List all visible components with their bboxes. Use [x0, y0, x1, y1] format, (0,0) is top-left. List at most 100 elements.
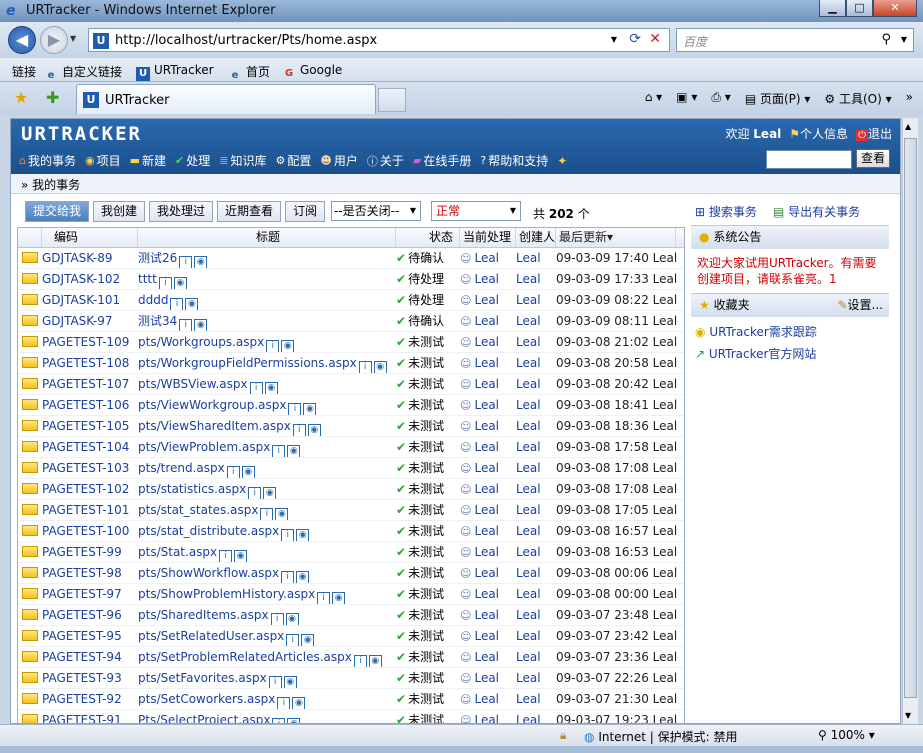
col-updated[interactable]: 最后更新▾	[556, 228, 676, 247]
table-row[interactable]: PAGETEST-91 Pts/SelectProject.aspx i ◉ ✔ 未测试 ☺…	[18, 710, 684, 723]
table-row[interactable]: PAGETEST-101 pts/stat_states.aspx i ◉ ✔ 未测试 ☺ L…	[18, 500, 684, 521]
preview-icon[interactable]: ◉	[301, 634, 315, 646]
logout-link[interactable]: ⏻ 退出	[856, 125, 892, 142]
info-icon[interactable]: i	[281, 529, 295, 541]
task-code-link[interactable]: PAGETEST-108	[42, 353, 138, 373]
task-creator[interactable]: Leal	[516, 395, 556, 415]
task-handler[interactable]: ☺ Leal	[460, 395, 516, 415]
task-handler[interactable]: ☺ Leal	[460, 437, 516, 457]
task-title-link[interactable]: pts/SharedItems.aspx	[138, 608, 269, 622]
task-handler[interactable]: ☺ Leal	[460, 332, 516, 352]
browser-tab-urtracker[interactable]: U URTracker	[76, 84, 376, 114]
task-code-link[interactable]: PAGETEST-109	[42, 332, 138, 352]
col-title[interactable]: 标题	[138, 228, 396, 247]
feeds-icon[interactable]: ▣ ▾	[676, 90, 697, 107]
task-creator[interactable]: Leal	[516, 542, 556, 562]
preview-icon[interactable]: ◉	[264, 382, 278, 394]
table-row[interactable]: GDJTASK-89 测试26 i ◉ ✔ 待确认 ☺ Leal Leal 09-03-09 17…	[18, 248, 684, 269]
task-code-link[interactable]: PAGETEST-105	[42, 416, 138, 436]
refresh-icon[interactable]: ⟳	[629, 31, 641, 47]
menu-config[interactable]: ⚙ 配置	[276, 152, 312, 169]
search-tasks-link[interactable]: ⊞ 搜索事务	[695, 203, 757, 220]
preview-icon[interactable]: ◉	[283, 676, 297, 688]
task-code-link[interactable]: PAGETEST-106	[42, 395, 138, 415]
link-home[interactable]: e 首页	[228, 63, 270, 83]
menu-new[interactable]: ▬ 新建	[130, 152, 166, 169]
status-filter-select[interactable]: 正常 ▼	[431, 201, 521, 221]
tab-subscribed[interactable]: 订阅	[285, 201, 326, 222]
task-creator[interactable]: Leal	[516, 689, 556, 709]
menu-about[interactable]: ⓘ 关于	[367, 152, 404, 169]
task-code-link[interactable]: PAGETEST-92	[42, 689, 138, 709]
info-icon[interactable]: i	[268, 676, 282, 688]
zoom-level[interactable]: ⚲ 100% ▾	[818, 728, 875, 742]
closed-filter-select[interactable]: --是否关闭-- ▼	[331, 201, 421, 221]
info-icon[interactable]: i	[219, 550, 233, 562]
task-title-link[interactable]: 测试34	[138, 314, 177, 328]
task-code-link[interactable]: PAGETEST-99	[42, 542, 138, 562]
preview-icon[interactable]: ◉	[263, 487, 277, 499]
info-icon[interactable]: i	[158, 277, 172, 289]
tab-assigned-to-me[interactable]: 提交给我	[25, 201, 90, 222]
back-button[interactable]: ◀	[8, 26, 36, 54]
task-code-link[interactable]: PAGETEST-102	[42, 479, 138, 499]
task-creator[interactable]: Leal	[516, 290, 556, 310]
info-icon[interactable]: i	[281, 571, 295, 583]
favorites-settings-link[interactable]: ✎设置...	[837, 294, 883, 316]
task-handler[interactable]: ☺ Leal	[460, 647, 516, 667]
task-handler[interactable]: ☺ Leal	[460, 479, 516, 499]
table-row[interactable]: PAGETEST-94 pts/SetProblemRelatedArticles…	[18, 647, 684, 668]
task-handler[interactable]: ☺ Leal	[460, 668, 516, 688]
table-row[interactable]: PAGETEST-92 pts/SetCoworkers.aspx i ◉ ✔ 未测试 ☺ L…	[18, 689, 684, 710]
new-tab-button[interactable]	[378, 88, 406, 112]
task-code-link[interactable]: GDJTASK-97	[42, 311, 138, 331]
task-creator[interactable]: Leal	[516, 311, 556, 331]
sparkle-icon[interactable]: ✦	[557, 152, 567, 169]
task-creator[interactable]: Leal	[516, 584, 556, 604]
table-row[interactable]: PAGETEST-99 pts/Stat.aspx i ◉ ✔ 未测试 ☺ Leal Leal 0…	[18, 542, 684, 563]
tab-recently-viewed[interactable]: 近期查看	[217, 201, 282, 222]
task-code-link[interactable]: PAGETEST-107	[42, 374, 138, 394]
address-bar[interactable]: U http://localhost/urtracker/Pts/home.as…	[88, 28, 670, 52]
task-title-link[interactable]: pts/SetCoworkers.aspx	[138, 692, 275, 706]
app-search-input[interactable]	[766, 150, 852, 169]
info-icon[interactable]: i	[248, 487, 262, 499]
task-handler[interactable]: ☺ Leal	[460, 500, 516, 520]
home-icon[interactable]: ⌂ ▾	[645, 90, 662, 107]
favorite-item[interactable]: ↗ URTracker官方网站	[695, 345, 816, 362]
task-title-link[interactable]: 测试26	[138, 251, 177, 265]
preview-icon[interactable]: ◉	[296, 529, 310, 541]
table-row[interactable]: PAGETEST-97 pts/ShowProblemHistory.aspx i ◉…	[18, 584, 684, 605]
task-creator[interactable]: Leal	[516, 563, 556, 583]
table-row[interactable]: PAGETEST-103 pts/trend.aspx i ◉ ✔ 未测试 ☺ Leal Lea…	[18, 458, 684, 479]
task-creator[interactable]: Leal	[516, 248, 556, 268]
info-icon[interactable]: i	[358, 361, 372, 373]
minimize-button[interactable]: ▁	[819, 0, 846, 17]
task-code-link[interactable]: PAGETEST-96	[42, 605, 138, 625]
task-code-link[interactable]: GDJTASK-89	[42, 248, 138, 268]
info-icon[interactable]: i	[266, 340, 280, 352]
preview-icon[interactable]: ◉	[332, 592, 346, 604]
search-dropdown-icon[interactable]: ▼	[901, 35, 907, 44]
task-title-link[interactable]: pts/stat_states.aspx	[138, 503, 258, 517]
table-row[interactable]: PAGETEST-104 pts/ViewProblem.aspx i ◉ ✔ 未测试 ☺ L…	[18, 437, 684, 458]
preview-icon[interactable]: ◉	[275, 508, 289, 520]
menu-projects[interactable]: ◉ 项目	[85, 152, 121, 169]
table-row[interactable]: PAGETEST-105 pts/ViewSharedItem.aspx i ◉ ✔ 未测…	[18, 416, 684, 437]
task-creator[interactable]: Leal	[516, 710, 556, 723]
app-search-button[interactable]: 查看	[856, 149, 890, 168]
task-handler[interactable]: ☺ Leal	[460, 584, 516, 604]
task-title-link[interactable]: Pts/SelectProject.aspx	[138, 713, 270, 723]
task-code-link[interactable]: PAGETEST-104	[42, 437, 138, 457]
task-creator[interactable]: Leal	[516, 353, 556, 373]
close-button[interactable]: ✕	[873, 0, 917, 17]
col-status[interactable]: 状态	[396, 228, 460, 247]
print-icon[interactable]: ⎙ ▾	[711, 90, 730, 107]
favorites-star-icon[interactable]: ★	[14, 88, 28, 107]
preview-icon[interactable]: ◉	[368, 655, 382, 667]
task-code-link[interactable]: PAGETEST-101	[42, 500, 138, 520]
forward-button[interactable]: ▶	[40, 26, 68, 54]
preview-icon[interactable]: ◉	[241, 466, 255, 478]
table-row[interactable]: PAGETEST-108 pts/WorkgroupFieldPermission…	[18, 353, 684, 374]
info-icon[interactable]: i	[317, 592, 331, 604]
